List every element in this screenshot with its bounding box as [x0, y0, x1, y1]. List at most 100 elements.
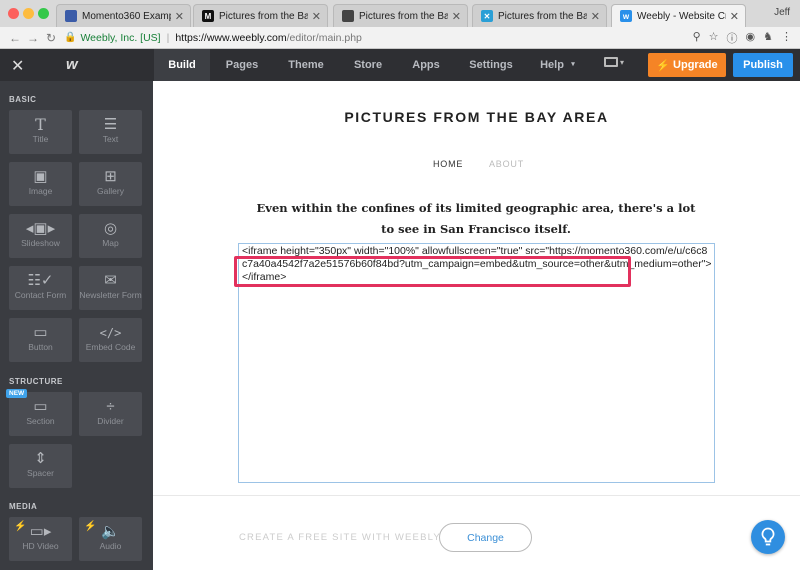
url-host: https://www.weebly.com	[175, 31, 287, 44]
tab-title: Pictures from the Bay Area	[219, 10, 308, 22]
cube-favicon-icon	[342, 10, 354, 22]
browser-tab-active[interactable]: w Weebly - Website Creation ✕	[611, 4, 746, 27]
site-canvas: PICTURES FROM THE BAY AREA HOME ABOUT Ev…	[153, 81, 800, 570]
url-path: /editor/main.php	[286, 31, 362, 44]
tile-newsletter-form[interactable]: ✉ Newsletter Form	[79, 266, 142, 310]
bolt-icon: ⚡	[84, 521, 97, 532]
medium-favicon-icon: M	[202, 10, 214, 22]
profile-name[interactable]: Jeff	[774, 7, 790, 18]
tile-label: Contact Form	[14, 290, 67, 300]
browser-tab[interactable]: M Pictures from the Bay Area ✕	[193, 4, 328, 27]
change-button[interactable]: Change	[439, 523, 532, 552]
weebly-favicon-icon: w	[620, 10, 632, 22]
section-icon: ▭	[33, 398, 48, 415]
tile-title[interactable]: T Title	[9, 110, 72, 154]
reload-icon[interactable]: ↻	[42, 31, 60, 45]
tile-label: Image	[28, 186, 53, 196]
url-field[interactable]: 🔒 Weebly, Inc. [US] | https://www.weebly…	[64, 29, 362, 47]
address-bar-icons: ⚲ ☆ ⓘ ◉ ♞ ⋮	[693, 30, 792, 46]
spacer-icon: ⇕	[34, 450, 47, 467]
tile-label: HD Video	[22, 541, 59, 551]
tab-title: Weebly - Website Creation	[637, 10, 726, 22]
forward-arrow-icon[interactable]: →	[24, 31, 42, 45]
section-label-basic: BASIC	[9, 95, 37, 104]
contact-form-icon: ☷✓	[27, 272, 54, 289]
publish-button[interactable]: Publish	[733, 53, 793, 77]
tab-help[interactable]: Help	[534, 49, 570, 81]
evernote-icon[interactable]: ♞	[763, 30, 773, 46]
tab-settings[interactable]: Settings	[460, 49, 522, 81]
location-pin-icon[interactable]: ⚲	[693, 30, 701, 46]
close-tab-icon[interactable]: ✕	[452, 10, 461, 23]
section-label-media: MEDIA	[9, 502, 38, 511]
extension-icon[interactable]: ◉	[746, 30, 756, 46]
tile-label: Map	[102, 238, 119, 248]
tab-build[interactable]: Build	[154, 49, 210, 81]
upgrade-button[interactable]: ⚡ Upgrade	[648, 53, 726, 77]
tile-section[interactable]: ▭ Section	[9, 392, 72, 436]
security-label: Weebly, Inc. [US]	[80, 31, 161, 44]
weebly-logo-icon[interactable]: w	[66, 56, 78, 73]
tile-image[interactable]: ▣ Image	[9, 162, 72, 206]
button-icon: ▭	[33, 324, 48, 341]
info-icon[interactable]: ⓘ	[727, 30, 738, 46]
body-paragraph[interactable]: Even within the confines of its limited …	[253, 198, 699, 240]
close-tab-icon[interactable]: ✕	[591, 10, 600, 23]
tab-apps[interactable]: Apps	[401, 49, 451, 81]
desktop-preview-icon[interactable]	[604, 57, 618, 67]
close-window-button[interactable]	[8, 8, 19, 19]
browser-tab[interactable]: ✕ Pictures from the Bay Area ✕	[472, 4, 607, 27]
editor-top-nav: ✕ w Build Pages Theme Store Apps Setting…	[0, 49, 800, 81]
tile-label: Embed Code	[85, 342, 136, 352]
close-editor-icon[interactable]: ✕	[11, 56, 24, 76]
tile-divider[interactable]: ÷ Divider	[79, 392, 142, 436]
tab-title: Momento360 Examples: Em	[82, 10, 171, 22]
bookmark-star-icon[interactable]: ☆	[709, 30, 719, 46]
browser-tab[interactable]: Momento360 Examples: Em ✕	[56, 4, 191, 27]
site-title[interactable]: PICTURES FROM THE BAY AREA	[153, 109, 800, 125]
tile-label: Title	[32, 134, 49, 144]
tile-label: Slideshow	[21, 238, 60, 248]
tile-button[interactable]: ▭ Button	[9, 318, 72, 362]
tab-title: Pictures from the Bay Area	[359, 10, 448, 22]
close-tab-icon[interactable]: ✕	[730, 10, 739, 23]
tile-gallery[interactable]: ⊞ Gallery	[79, 162, 142, 206]
map-icon: ◎	[103, 220, 118, 237]
browser-tab[interactable]: Pictures from the Bay Area ✕	[333, 4, 468, 27]
browser-tab-bar: Momento360 Examples: Em ✕ M Pictures fro…	[0, 0, 800, 27]
bolt-icon: ⚡	[656, 59, 671, 72]
tile-spacer[interactable]: ⇕ Spacer	[9, 444, 72, 488]
help-button[interactable]	[751, 520, 785, 554]
image-icon: ▣	[33, 168, 48, 185]
minimize-window-button[interactable]	[23, 8, 34, 19]
close-tab-icon[interactable]: ✕	[175, 10, 184, 23]
menu-dots-icon[interactable]: ⋮	[781, 30, 792, 46]
tile-map[interactable]: ◎ Map	[79, 214, 142, 258]
close-tab-icon[interactable]: ✕	[312, 10, 321, 23]
address-bar: ← → ↻ 🔒 Weebly, Inc. [US] | https://www.…	[0, 27, 800, 49]
highlight-annotation	[234, 256, 631, 287]
site-nav-home[interactable]: HOME	[433, 159, 463, 169]
maximize-window-button[interactable]	[38, 8, 49, 19]
device-caret-icon[interactable]: ▾	[620, 58, 624, 67]
tile-audio[interactable]: ⚡ 🔈 Audio	[79, 517, 142, 561]
tile-label: Divider	[97, 416, 124, 426]
help-caret-icon[interactable]: ▾	[568, 49, 578, 81]
tile-slideshow[interactable]: ◂▣▸ Slideshow	[9, 214, 72, 258]
bolt-icon: ⚡	[14, 521, 27, 532]
back-arrow-icon[interactable]: ←	[6, 31, 24, 45]
tile-text[interactable]: ☰ Text	[79, 110, 142, 154]
text-icon: ☰	[103, 116, 118, 133]
tab-pages[interactable]: Pages	[214, 49, 270, 81]
tile-hd-video[interactable]: ⚡ ▭▸ HD Video	[9, 517, 72, 561]
tile-embed-code[interactable]: </> Embed Code	[79, 318, 142, 362]
tab-store[interactable]: Store	[341, 49, 395, 81]
newsletter-icon: ✉	[104, 272, 117, 289]
site-nav-about[interactable]: ABOUT	[489, 159, 524, 169]
tab-theme[interactable]: Theme	[277, 49, 335, 81]
tab-title: Pictures from the Bay Area	[498, 10, 587, 22]
tile-contact-form[interactable]: ☷✓ Contact Form	[9, 266, 72, 310]
momento-favicon-icon	[65, 10, 77, 22]
upgrade-label: Upgrade	[673, 59, 718, 71]
tile-label: Audio	[99, 541, 122, 551]
